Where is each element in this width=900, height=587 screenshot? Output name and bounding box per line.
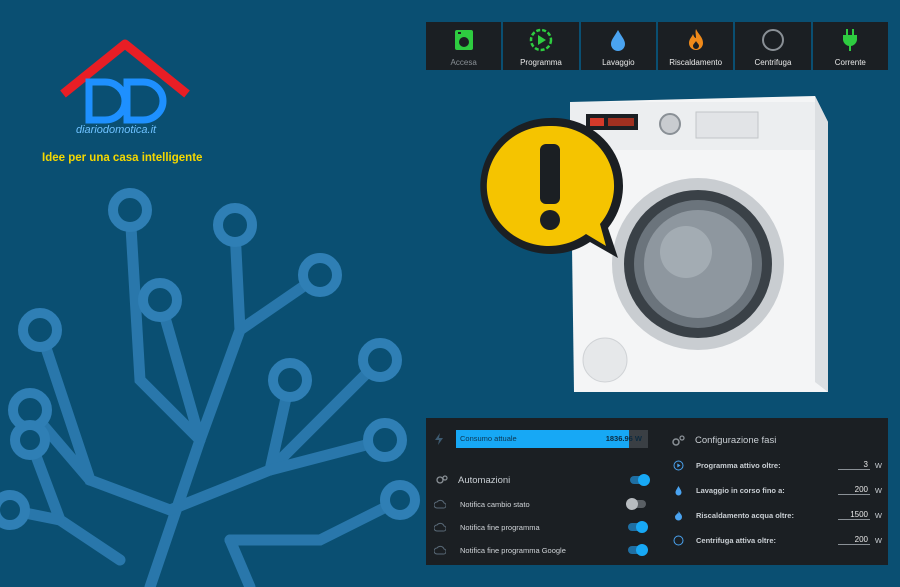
power-icon [434, 433, 444, 445]
automations-title: Automazioni [458, 474, 511, 486]
status-corrente[interactable]: Corrente [812, 22, 888, 70]
automations-column: Consumo attuale 1836.96 W Automazioni No… [426, 418, 656, 565]
robot-icon [436, 474, 448, 486]
config-label: Riscaldamento acqua oltre: [696, 510, 794, 520]
brand-tagline: Idee per una casa intelligente [42, 152, 203, 164]
power-bar: Consumo attuale 1836.96 W [456, 430, 648, 448]
toggle-notifica-fine-programma[interactable] [628, 521, 648, 533]
status-lavaggio[interactable]: Lavaggio [580, 22, 656, 70]
automations-master-toggle[interactable] [630, 474, 650, 486]
status-label: Accesa [450, 58, 477, 67]
config-unit: W [874, 510, 882, 520]
config-input-lavaggio[interactable]: 200 [838, 485, 870, 495]
automation-label: Notifica fine programma Google [460, 545, 566, 555]
config-row: Centrifuga attiva oltre: 200 W [672, 532, 882, 548]
water-drop-icon [606, 28, 630, 52]
config-row: Riscaldamento acqua oltre: 1500 W [672, 507, 882, 523]
automation-label: Notifica cambio stato [460, 499, 530, 509]
config-label: Lavaggio in corso fino a: [696, 485, 785, 495]
water-drop-icon [672, 484, 684, 496]
status-label: Programma [520, 58, 562, 67]
status-label: Centrifuga [754, 58, 792, 67]
warning-icon [480, 117, 623, 258]
cloud-upload-icon [434, 521, 446, 533]
status-label: Riscaldamento [669, 58, 723, 67]
power-value: 1836.96 W [605, 434, 642, 443]
config-column: Configurazione fasi Programma attivo olt… [662, 418, 888, 565]
config-unit: W [874, 460, 882, 470]
config-title: Configurazione fasi [695, 435, 777, 446]
power-label: Consumo attuale [460, 434, 517, 443]
brand-name: diariodomotica.it [76, 124, 157, 136]
automation-label: Notifica fine programma [460, 522, 540, 532]
plug-icon [838, 28, 862, 52]
automation-row: Notifica cambio stato [434, 497, 646, 511]
config-input-centrifuga[interactable]: 200 [838, 535, 870, 545]
config-input-programma[interactable]: 3 [838, 460, 870, 470]
circuit-tree-decoration [0, 188, 420, 587]
automations-header: Automazioni [436, 474, 510, 486]
fire-icon [684, 28, 708, 52]
cloud-upload-icon [434, 498, 446, 510]
status-programma[interactable]: Programma [503, 22, 579, 70]
washing-machine-icon [452, 28, 476, 52]
config-row: Programma attivo oltre: 3 W [672, 457, 882, 473]
config-unit: W [874, 535, 882, 545]
gears-icon [672, 434, 685, 447]
status-bar: Accesa Programma Lavaggio Riscaldamento … [426, 22, 888, 70]
config-row: Lavaggio in corso fino a: 200 W [672, 482, 882, 498]
play-circle-icon [529, 28, 553, 52]
status-riscaldamento[interactable]: Riscaldamento [657, 22, 734, 70]
config-label: Programma attivo oltre: [696, 460, 781, 470]
config-input-riscaldamento[interactable]: 1500 [838, 510, 870, 520]
config-header: Configurazione fasi [672, 434, 776, 447]
status-centrifuga[interactable]: Centrifuga [735, 22, 811, 70]
config-label: Centrifuga attiva oltre: [696, 535, 777, 545]
toggle-notifica-fine-programma-google[interactable] [628, 544, 648, 556]
config-unit: W [874, 485, 882, 495]
logo-house-icon [60, 39, 190, 124]
status-label: Lavaggio [602, 58, 635, 67]
status-accesa[interactable]: Accesa [426, 22, 502, 70]
power-consumption-row: Consumo attuale 1836.96 W [434, 430, 648, 448]
fire-icon [672, 509, 684, 521]
circle-icon [672, 534, 684, 546]
circle-icon [761, 28, 785, 52]
toggle-notifica-cambio-stato[interactable] [626, 498, 646, 510]
automation-row: Notifica fine programma Google [434, 543, 648, 557]
control-panel: Consumo attuale 1836.96 W Automazioni No… [426, 418, 888, 565]
automation-row: Notifica fine programma [434, 520, 648, 534]
cloud-upload-icon [434, 544, 446, 556]
status-label: Corrente [834, 58, 866, 67]
play-circle-icon [672, 459, 684, 471]
